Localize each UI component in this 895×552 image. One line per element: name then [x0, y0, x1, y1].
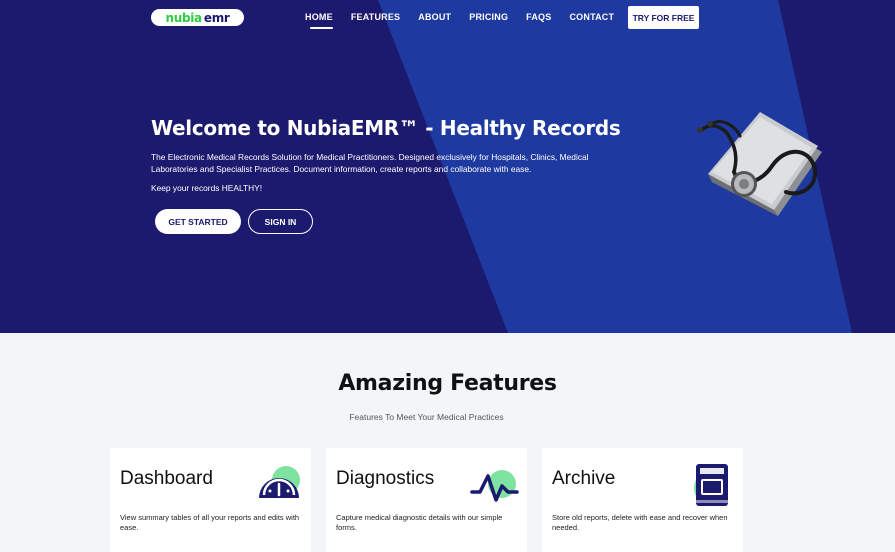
feature-card-description: Capture medical diagnostic details with …: [336, 513, 503, 532]
hero-section: nubia emr HOME FEATURES ABOUT PRICING FA…: [0, 0, 895, 333]
archive-book-icon: [694, 464, 728, 506]
gauge-icon: [259, 466, 300, 498]
features-subtitle: Features To Meet Your Medical Practices: [349, 412, 504, 422]
get-started-button[interactable]: GET STARTED: [155, 209, 241, 234]
feature-card-description: View summary tables of all your reports …: [120, 513, 300, 532]
feature-card-title: Diagnostics: [336, 468, 435, 489]
sign-in-button[interactable]: SIGN IN: [248, 209, 313, 234]
logo-text-part1: nubia: [165, 10, 202, 25]
nav-features[interactable]: FEATURES: [351, 12, 400, 22]
nav-about[interactable]: ABOUT: [418, 12, 451, 22]
pulse-icon: [470, 470, 519, 502]
feature-card-title: Dashboard: [120, 468, 213, 489]
logo-text-part2: emr: [203, 10, 230, 25]
feature-card-description: Store old reports, delete with ease and …: [552, 513, 728, 532]
features-title: Amazing Features: [338, 371, 557, 396]
main-nav: HOME FEATURES ABOUT PRICING FAQS CONTACT: [305, 12, 632, 29]
hero-title: Welcome to NubiaEMR™ - Healthy Records: [151, 116, 621, 140]
nav-home[interactable]: HOME: [305, 12, 333, 29]
feature-card-dashboard: Dashboard View summary tables of all you…: [110, 448, 311, 552]
nav-contact[interactable]: CONTACT: [569, 12, 614, 22]
try-for-free-button[interactable]: TRY FOR FREE: [628, 6, 699, 29]
logo[interactable]: nubia emr: [151, 9, 244, 26]
hero-tagline: Keep your records HEALTHY!: [151, 183, 263, 193]
nav-pricing[interactable]: PRICING: [469, 12, 508, 22]
stethoscope-folder-icon: [697, 112, 822, 216]
feature-card-diagnostics: Diagnostics Capture medical diagnostic d…: [326, 448, 527, 552]
feature-card-archive: Archive Store old reports, delete with e…: [542, 448, 743, 552]
nav-faqs[interactable]: FAQS: [526, 12, 551, 22]
hero-description: The Electronic Medical Records Solution …: [151, 152, 589, 174]
feature-card-title: Archive: [552, 468, 616, 489]
